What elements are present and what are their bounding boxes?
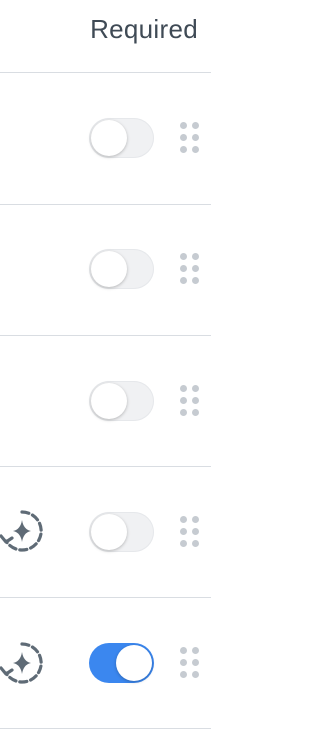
drag-handle-icon[interactable] (179, 516, 201, 548)
required-toggle[interactable] (89, 643, 154, 683)
required-toggle[interactable] (89, 249, 154, 289)
toggle-knob (91, 120, 127, 156)
required-toggle[interactable] (89, 512, 154, 552)
toggle-knob (91, 514, 127, 550)
ai-sparkle-refresh-icon[interactable] (0, 509, 44, 553)
toggle-knob (116, 645, 152, 681)
ai-sparkle-refresh-icon[interactable] (0, 641, 44, 685)
drag-handle-icon[interactable] (179, 253, 201, 285)
required-toggle[interactable] (89, 118, 154, 158)
field-row (0, 336, 252, 466)
drag-handle-icon[interactable] (179, 385, 201, 417)
drag-handle-icon[interactable] (179, 647, 201, 679)
required-toggle[interactable] (89, 381, 154, 421)
field-row (0, 205, 252, 335)
field-row (0, 73, 252, 203)
row-divider (0, 728, 211, 729)
toggle-knob (91, 383, 127, 419)
required-column-header: Required (90, 14, 198, 44)
field-row (0, 598, 252, 728)
drag-handle-icon[interactable] (179, 122, 201, 154)
toggle-knob (91, 251, 127, 287)
field-row (0, 467, 252, 597)
